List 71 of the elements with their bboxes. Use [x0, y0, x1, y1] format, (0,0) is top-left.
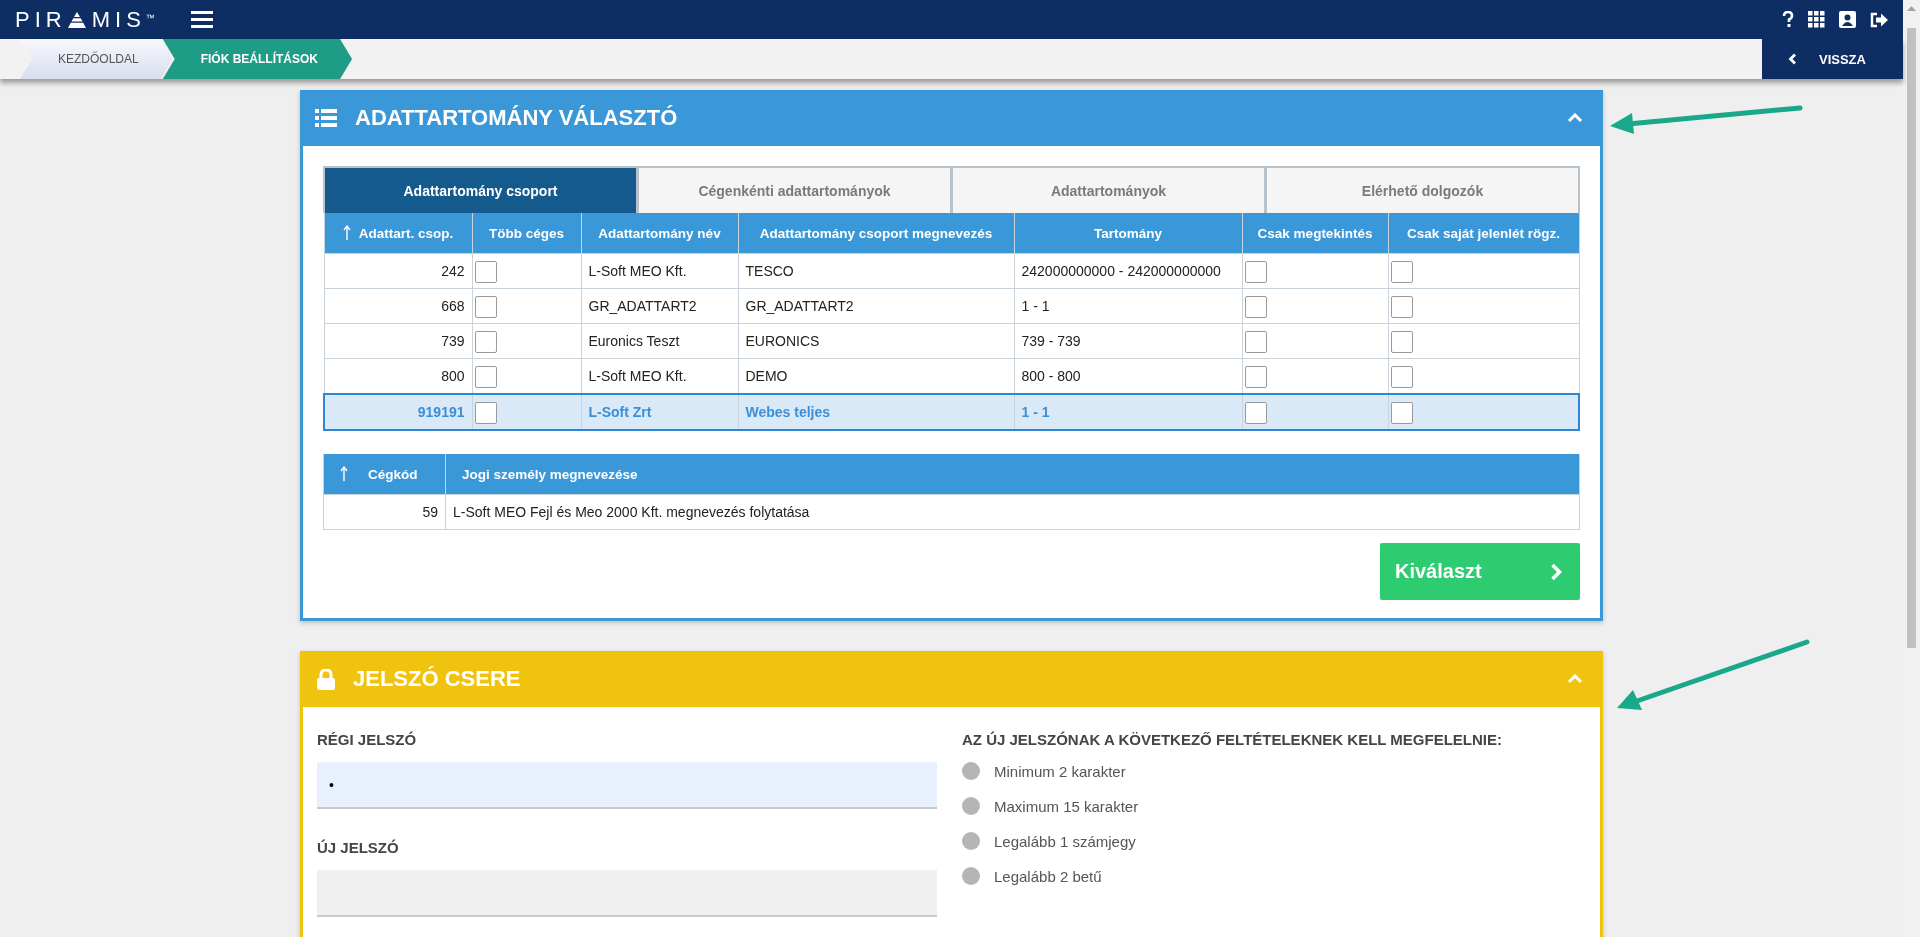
checkbox[interactable]	[1244, 261, 1267, 283]
trademark-sign: ™	[145, 12, 155, 23]
list-icon	[315, 109, 337, 127]
breadcrumb[interactable]: FIÓK BEÁLLÍTÁSOK	[162, 39, 353, 79]
breadcrumb[interactable]: KEZDŐOLDAL	[20, 39, 173, 79]
checkbox[interactable]	[474, 366, 497, 388]
table-cell: 242000000000 - 242000000000	[1014, 253, 1242, 289]
rule-text: Minimum 2 karakter	[994, 762, 1126, 780]
table-cell: 668	[324, 288, 472, 324]
checkbox[interactable]	[1390, 331, 1413, 353]
panel-title: JELSZÓ CSERE	[353, 666, 521, 692]
checkbox[interactable]	[1390, 366, 1413, 388]
table-cell: L-Soft MEO Kft.	[581, 253, 738, 289]
table-cell: EURONICS	[738, 323, 1014, 359]
table-cell: L-Soft Zrt	[581, 394, 738, 430]
password-field[interactable]: •	[317, 762, 937, 809]
table-cell: L-Soft MEO Fejl és Meo 2000 Kft. megnevezés folytatása	[445, 494, 1580, 530]
pyramid-logo-icon	[66, 10, 87, 29]
table-cell: 242	[324, 253, 472, 289]
tab[interactable]: Cégenkénti adattartományok	[639, 168, 950, 213]
logout-icon[interactable]	[1870, 11, 1889, 28]
table-cell: 739	[324, 323, 472, 359]
rule-text: Maximum 15 karakter	[994, 797, 1139, 815]
column-header[interactable]: Cégkód	[368, 466, 418, 482]
collapse-icon[interactable]	[1567, 113, 1583, 123]
table-cell: TESCO	[738, 253, 1014, 289]
checkbox[interactable]	[1244, 296, 1267, 318]
tab[interactable]: Adattartományok	[953, 168, 1264, 213]
password-field[interactable]	[317, 870, 937, 917]
rule-text: Legalább 1 számjegy	[994, 832, 1136, 850]
chevron-left-icon	[1788, 53, 1797, 65]
checkbox[interactable]	[1390, 261, 1413, 283]
table-cell: GR_ADATTART2	[581, 288, 738, 324]
profile-icon[interactable]	[1839, 11, 1856, 28]
lock-icon	[317, 668, 335, 690]
checkbox[interactable]	[474, 331, 497, 353]
table-cell: Webes teljes	[738, 394, 1014, 430]
menu-icon[interactable]	[190, 11, 213, 28]
checkbox[interactable]	[1244, 331, 1267, 353]
tab[interactable]: Adattartomány csoport	[325, 168, 636, 213]
tab[interactable]: Elérhető dolgozók	[1267, 168, 1578, 213]
checkbox[interactable]	[474, 402, 497, 424]
checkbox[interactable]	[474, 261, 497, 283]
table-cell: 1 - 1	[1014, 394, 1242, 430]
chevron-right-icon	[1550, 562, 1562, 581]
column-header[interactable]: Tartomány	[1094, 225, 1162, 241]
logo-text: PIR	[15, 6, 67, 33]
rule-text: Legalább 2 betű	[994, 867, 1102, 885]
table-cell: GR_ADATTART2	[738, 288, 1014, 324]
field-label: ÚJ JELSZÓ	[317, 839, 400, 856]
collapse-icon[interactable]	[1567, 674, 1583, 684]
checkbox[interactable]	[1390, 296, 1413, 318]
table-cell: 59	[323, 494, 446, 530]
scroll-up-arrow-icon[interactable]	[1907, 5, 1916, 11]
apps-grid-icon[interactable]	[1808, 11, 1825, 28]
select-button[interactable]: Kiválaszt	[1380, 543, 1580, 600]
column-header[interactable]: Jogi személy megnevezése	[462, 466, 638, 482]
checkbox[interactable]	[474, 296, 497, 318]
table-cell: 739 - 739	[1014, 323, 1242, 359]
panel-title: ADATTARTOMÁNY VÁLASZTÓ	[355, 105, 678, 131]
table-cell: 1 - 1	[1014, 288, 1242, 324]
checkbox[interactable]	[1244, 402, 1267, 424]
table-cell: Euronics Teszt	[581, 323, 738, 359]
checkbox[interactable]	[1244, 366, 1267, 388]
field-label: RÉGI JELSZÓ	[317, 731, 418, 748]
logo-text: MIS	[91, 6, 146, 33]
back-button[interactable]: VISSZA	[1762, 39, 1903, 79]
help-icon[interactable]	[1782, 11, 1794, 28]
table-cell: 919191	[324, 394, 472, 430]
rules-heading: AZ ÚJ JELSZÓNAK A KÖVETKEZŐ FELTÉTELEKNEK KELL MEGFELELNIE:	[962, 731, 1504, 748]
checkbox[interactable]	[1390, 402, 1413, 424]
